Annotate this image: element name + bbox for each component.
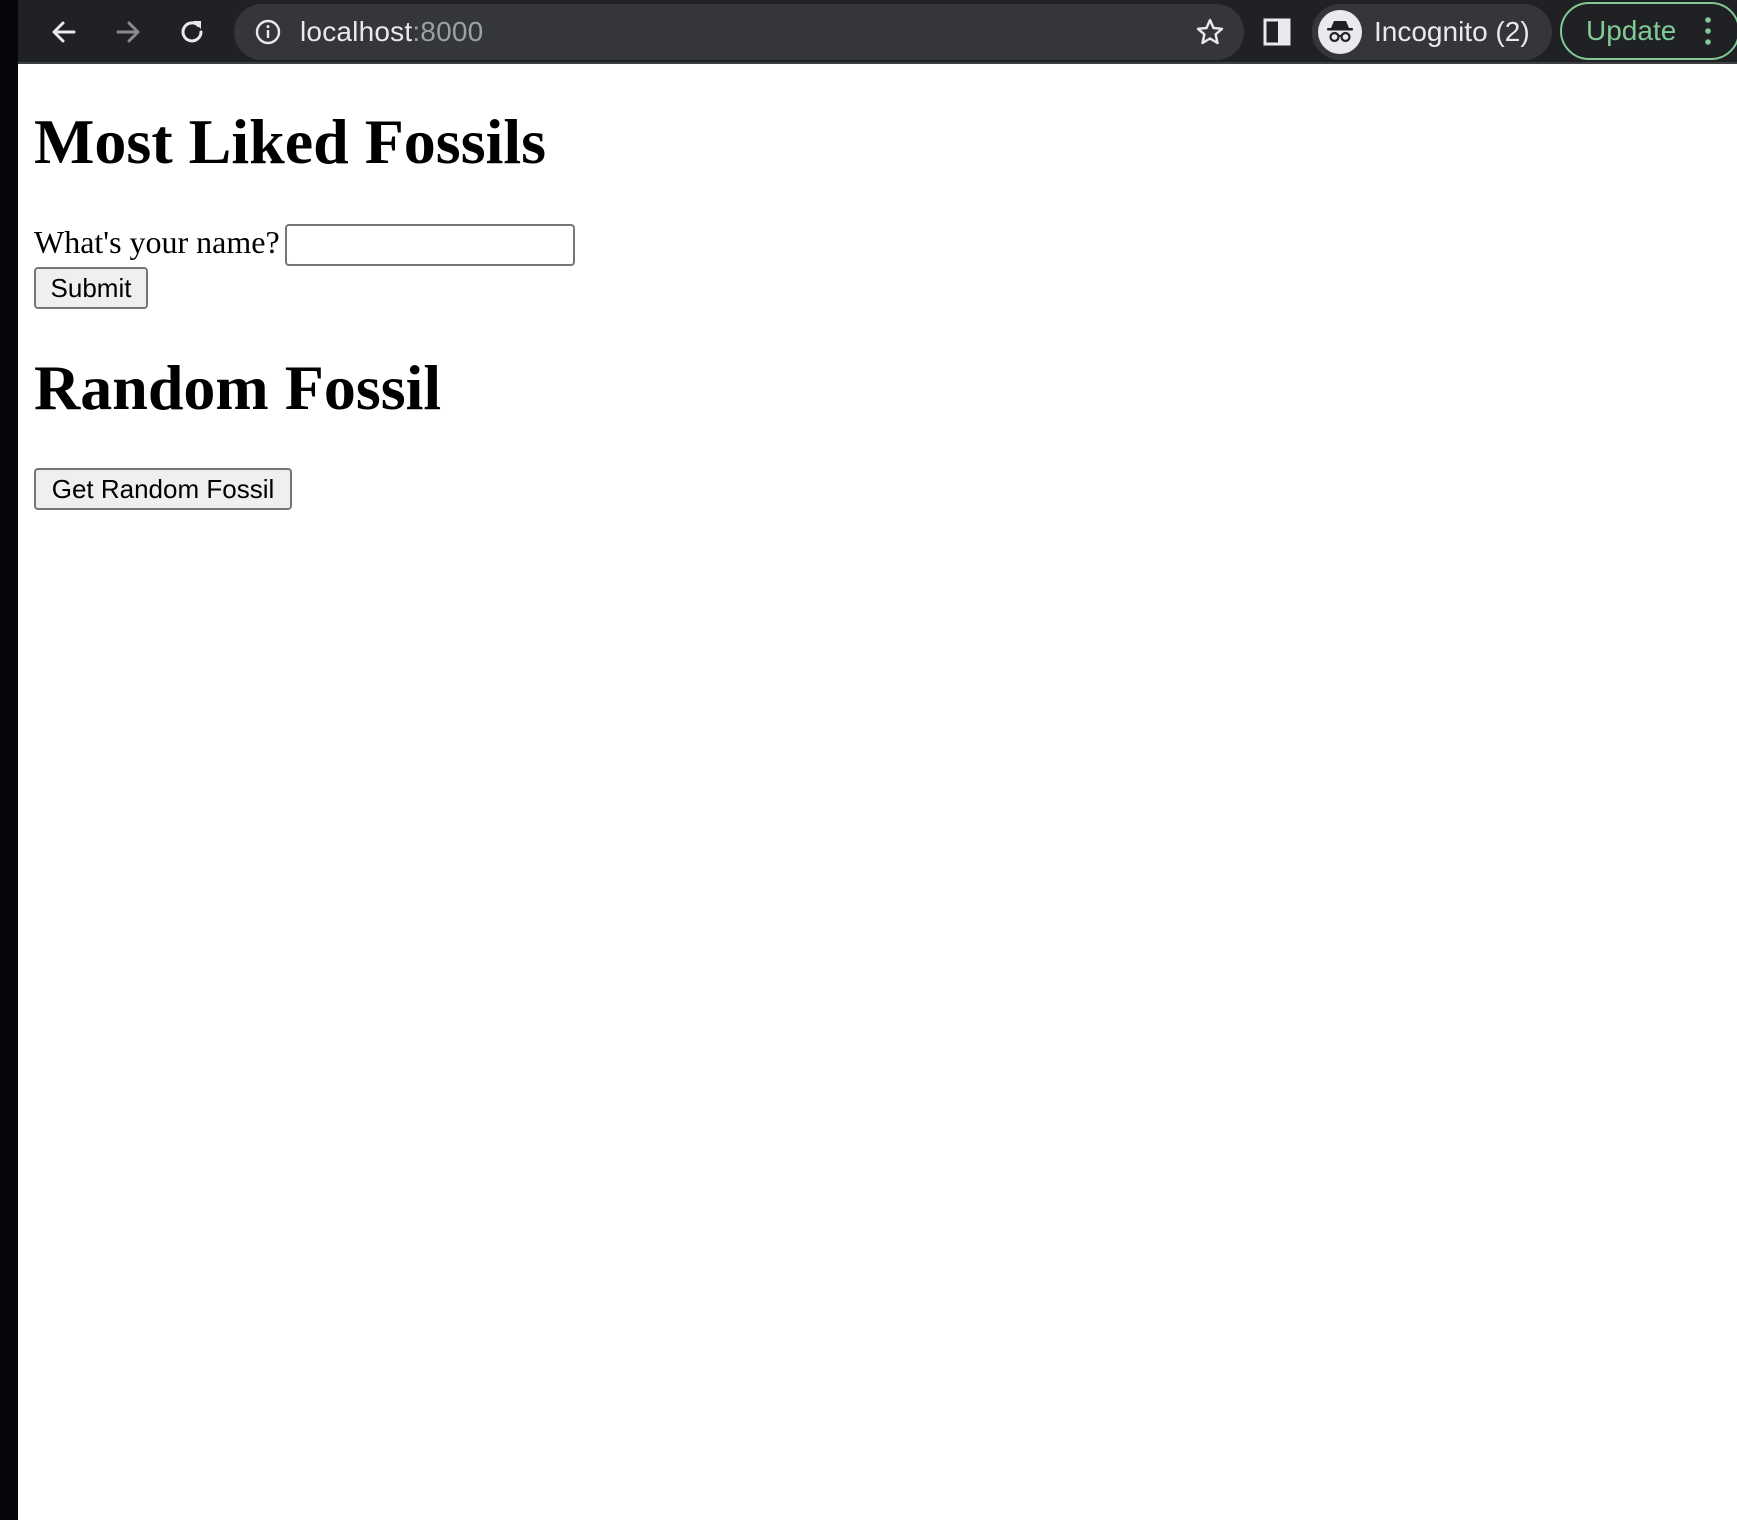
profile-button[interactable]: Incognito (2)	[1312, 4, 1552, 60]
incognito-avatar	[1318, 10, 1362, 54]
reload-icon	[181, 21, 203, 43]
side-panel-button[interactable]	[1252, 8, 1300, 56]
side-panel-icon	[1263, 18, 1291, 46]
profile-label: Incognito (2)	[1374, 16, 1530, 47]
forward-button[interactable]	[104, 8, 152, 56]
browser-window: localhost:8000 Incognito (2) Update Most…	[18, 0, 1737, 1520]
url-host: localhost	[300, 16, 413, 47]
submit-button[interactable]: Submit	[34, 267, 148, 309]
url-text[interactable]: localhost:8000	[300, 4, 483, 60]
update-label: Update	[1586, 15, 1677, 46]
name-label: What's your name?	[34, 224, 280, 260]
kebab-menu-icon[interactable]	[1702, 16, 1714, 46]
browser-toolbar: localhost:8000 Incognito (2) Update	[18, 0, 1737, 64]
get-random-fossil-button[interactable]: Get Random Fossil	[34, 468, 292, 510]
forward-arrow-icon	[116, 21, 140, 43]
incognito-icon	[1327, 21, 1353, 43]
name-input[interactable]	[285, 224, 575, 266]
desktop-background-strip	[0, 0, 18, 1520]
page-content: Most Liked Fossils What's your name? Sub…	[18, 64, 1737, 1520]
address-bar[interactable]: localhost:8000	[234, 4, 1244, 60]
update-button[interactable]: Update	[1560, 2, 1737, 60]
random-fossil-heading: Random Fossil	[34, 352, 442, 423]
back-arrow-icon	[52, 21, 76, 43]
info-icon[interactable]	[254, 18, 282, 46]
most-liked-fossils-heading: Most Liked Fossils	[34, 106, 547, 177]
url-port: :8000	[412, 16, 484, 47]
star-icon[interactable]	[1194, 16, 1226, 48]
reload-button[interactable]	[168, 8, 216, 56]
back-button[interactable]	[40, 8, 88, 56]
